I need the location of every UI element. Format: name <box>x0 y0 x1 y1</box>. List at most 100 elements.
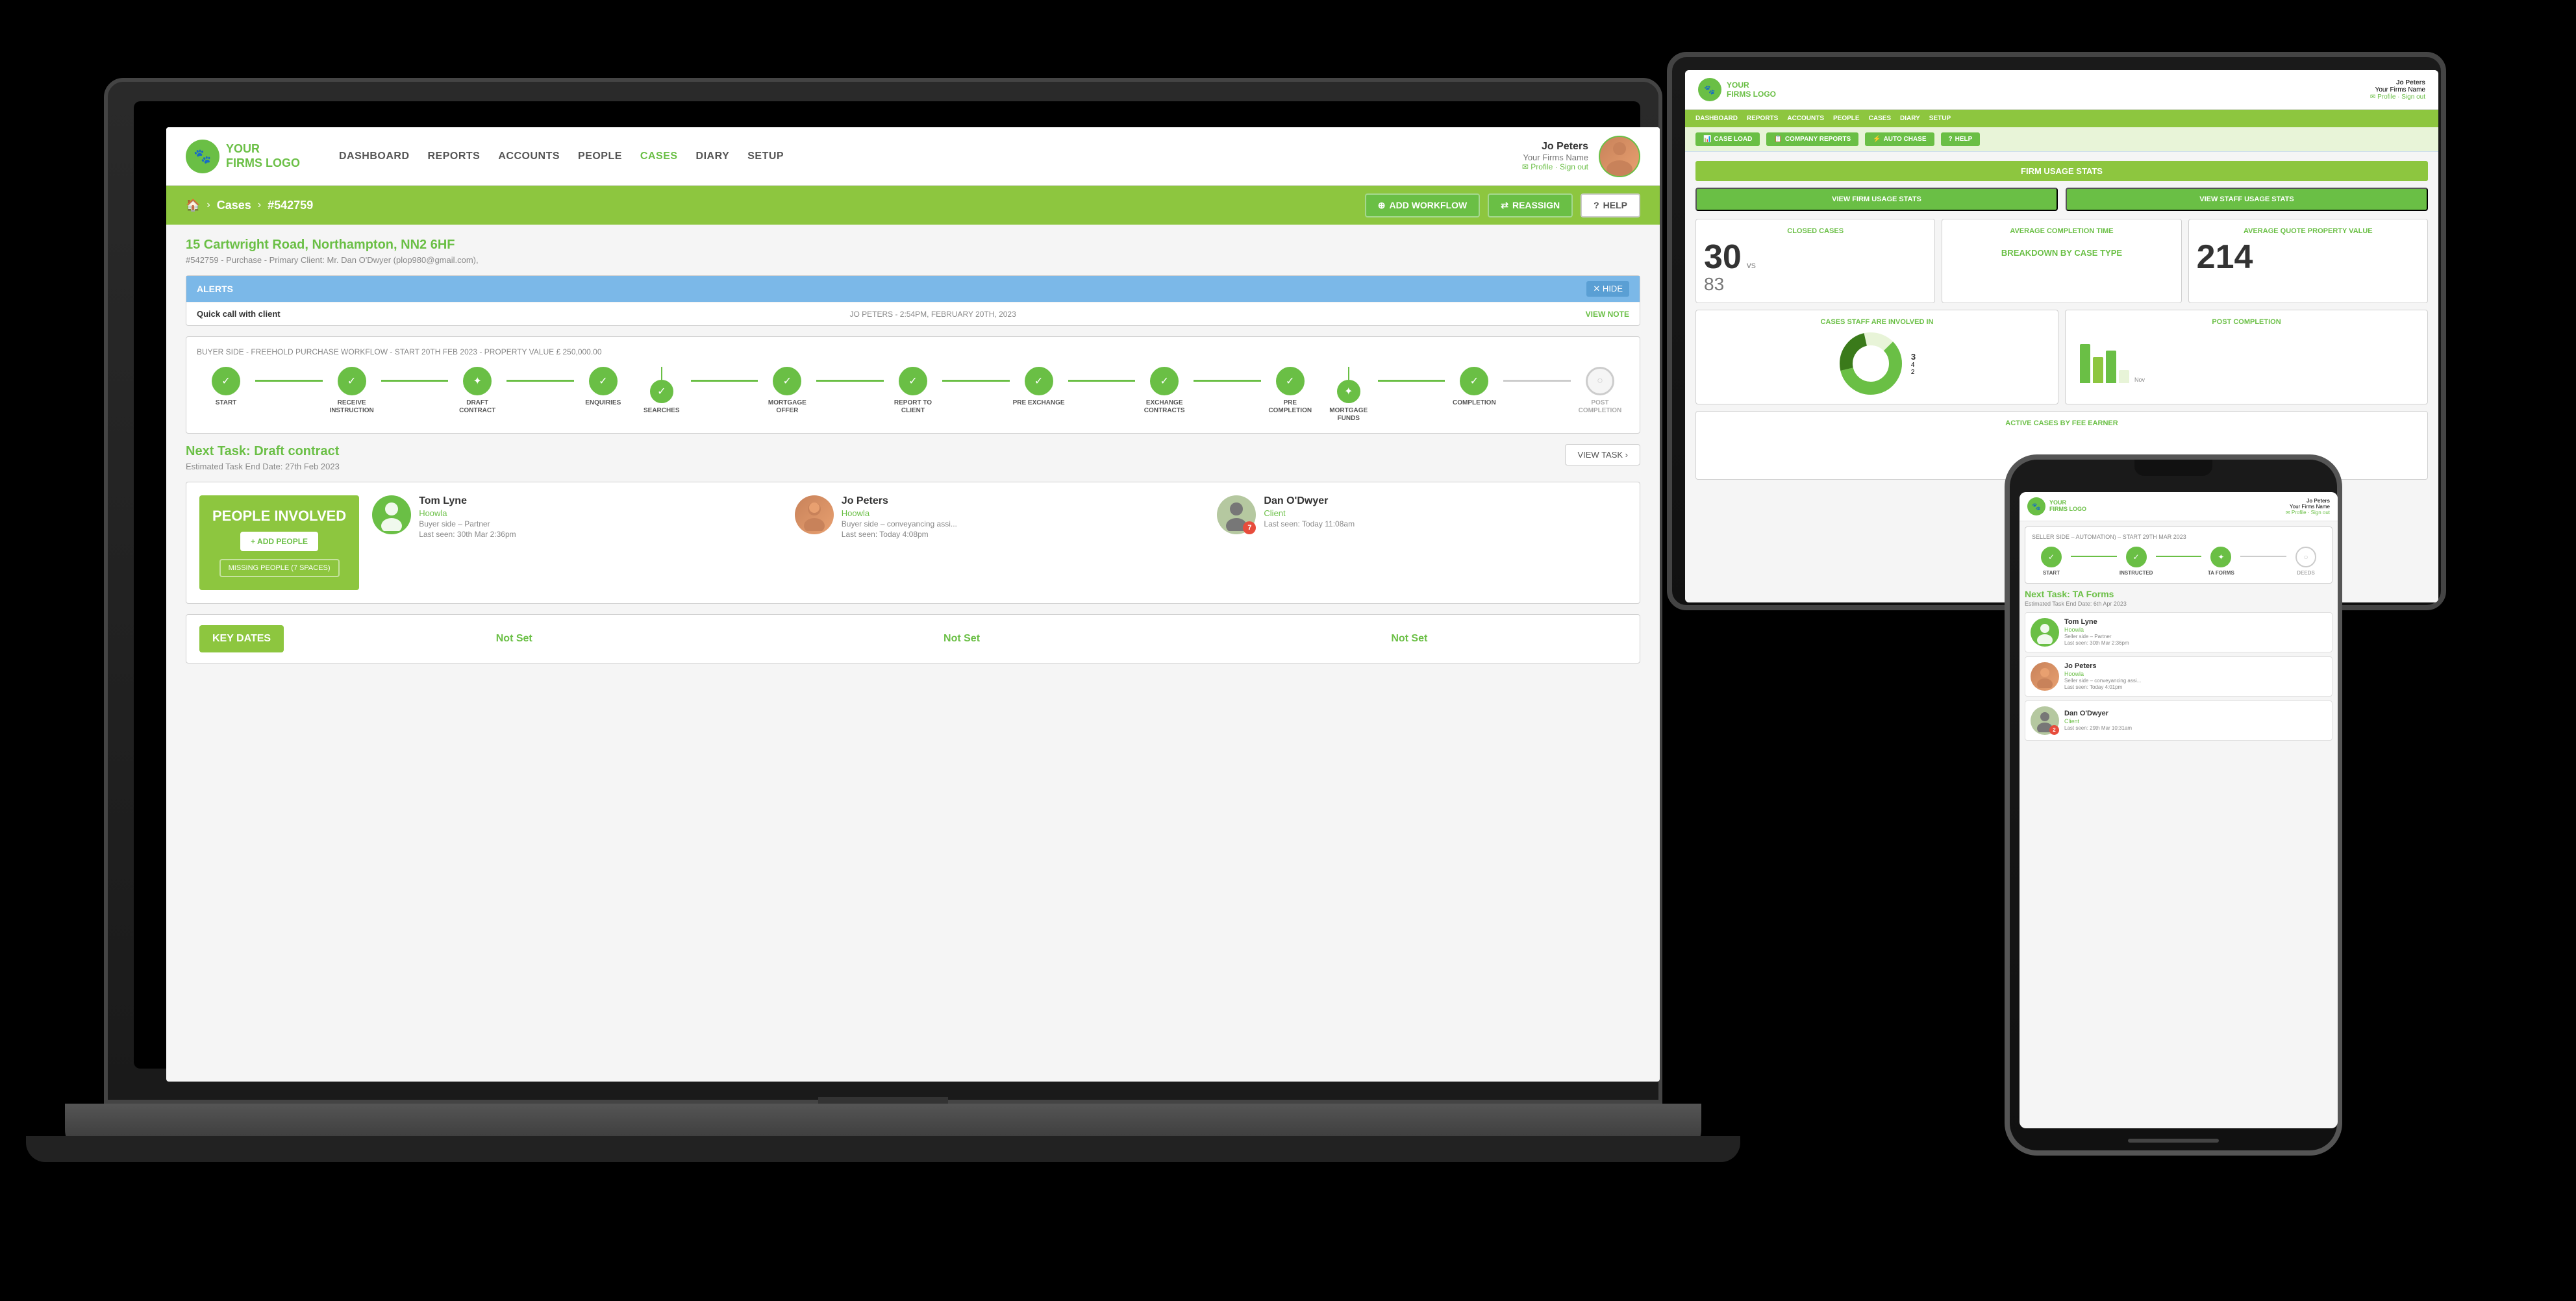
nav-reports[interactable]: REPORTS <box>428 151 481 162</box>
laptop-screen: 🐾 YOUR FIRMS LOGO DASHBOARD REPORTS ACCO… <box>166 127 1660 1082</box>
laptop-logo-icon: 🐾 <box>186 140 219 173</box>
laptop-bezel: 🐾 YOUR FIRMS LOGO DASHBOARD REPORTS ACCO… <box>134 101 1640 1069</box>
laptop-logo-text: YOUR FIRMS LOGO <box>226 142 300 170</box>
add-people-btn[interactable]: + ADD PEOPLE <box>240 532 318 551</box>
tablet-nav-cases[interactable]: CASES <box>1869 115 1891 122</box>
reassign-btn[interactable]: ⇄ REASSIGN <box>1488 193 1573 217</box>
nav-diary[interactable]: DIARY <box>696 151 730 162</box>
phone: 🐾 YOUR FIRMS LOGO Jo Peters Your Firms N… <box>2005 454 2342 1156</box>
hide-alerts-btn[interactable]: ✕ HIDE <box>1586 281 1629 297</box>
closed-cases-card: CLOSED CASES 30 vs 83 <box>1695 219 1935 303</box>
laptop-nav-links: DASHBOARD REPORTS ACCOUNTS PEOPLE CASES … <box>339 151 1522 162</box>
connector-3 <box>506 380 574 382</box>
step-postcompletion-circle: ○ <box>1586 367 1614 395</box>
tablet-user-info: Jo Peters Your Firms Name ✉ Profile · Si… <box>2370 79 2425 101</box>
view-firm-usage-btn[interactable]: VIEW FIRM USAGE STATS <box>1695 188 2058 211</box>
connector-10 <box>1503 380 1571 382</box>
connector-8 <box>1194 380 1261 382</box>
key-date-2: Not Set <box>744 633 1179 645</box>
phone-notch <box>2134 460 2212 476</box>
phone-step-taforms: ✦ TA FORMS <box>2201 547 2240 576</box>
people-involved-section: PEOPLE INVOLVED + ADD PEOPLE MISSING PEO… <box>186 482 1640 604</box>
tablet-nav-setup[interactable]: SETUP <box>1929 115 1951 122</box>
nav-dashboard[interactable]: DASHBOARD <box>339 151 410 162</box>
tablet-charts-row: CASES STAFF ARE INVOLVED IN 3 <box>1695 310 2428 411</box>
view-task-btn[interactable]: VIEW TASK › <box>1565 444 1640 465</box>
step-mortgagefunds: ✦ MORTGAGE FUNDS <box>1319 367 1378 423</box>
step-precompletion-circle: ✓ <box>1276 367 1305 395</box>
alerts-box: ALERTS ✕ HIDE Quick call with client JO … <box>186 275 1640 326</box>
tablet-logo-text: YOUR FIRMS LOGO <box>1727 81 1776 99</box>
connector-2 <box>381 380 449 382</box>
alert-row: Quick call with client JO PETERS - 2:54P… <box>186 302 1640 325</box>
bar-4 <box>2119 370 2129 383</box>
add-workflow-btn[interactable]: ⊕ ADD WORKFLOW <box>1365 193 1481 217</box>
step-start: ✓ START <box>197 367 255 407</box>
tablet-nav-dashboard[interactable]: DASHBOARD <box>1695 115 1738 122</box>
phone-info-jo: Jo Peters Hoowla Seller side – conveyanc… <box>2064 662 2141 690</box>
tablet-nav-accounts[interactable]: ACCOUNTS <box>1787 115 1824 122</box>
auto-chase-btn[interactable]: ⚡ AUTO CHASE <box>1865 132 1934 146</box>
phone-workflow-steps: ✓ START ✓ INSTRUCTED ✦ TA FORMS <box>2032 547 2325 576</box>
step-mortgage: ✓ MORTGAGE OFFER <box>758 367 816 415</box>
alerts-header: ALERTS ✕ HIDE <box>186 276 1640 302</box>
person-card-tom: Tom Lyne Hoowla Buyer side – Partner Las… <box>372 495 782 590</box>
phone-navbar: 🐾 YOUR FIRMS LOGO Jo Peters Your Firms N… <box>2020 492 2338 521</box>
tablet-metrics-row: CLOSED CASES 30 vs 83 AVERAGE COMPLETION… <box>1695 219 2428 310</box>
next-task-title: Next Task: Draft contract <box>186 444 340 459</box>
connector-5 <box>816 380 884 382</box>
case-load-icon: 📊 <box>1703 136 1711 143</box>
connector-9 <box>1378 380 1445 382</box>
phone-step-instructed: ✓ INSTRUCTED <box>2117 547 2156 576</box>
laptop-user-avatar <box>1599 136 1640 177</box>
nav-accounts[interactable]: ACCOUNTS <box>498 151 560 162</box>
help-btn[interactable]: ? HELP <box>1581 193 1640 217</box>
phone-step-deeds: ○ DEEDS <box>2286 547 2325 576</box>
tablet-nav-reports[interactable]: REPORTS <box>1747 115 1778 122</box>
tablet-nav: DASHBOARD REPORTS ACCOUNTS PEOPLE CASES … <box>1685 110 2438 127</box>
person-card-dan: 7 Dan O'Dwyer Client Last seen: Today 11… <box>1217 495 1627 590</box>
tablet-toolbar: 📊 CASE LOAD 📋 COMPANY REPORTS ⚡ AUTO CHA… <box>1685 127 2438 152</box>
laptop-user-links[interactable]: ✉ Profile · Sign out <box>1522 162 1588 171</box>
bar-1 <box>2080 344 2090 383</box>
step-completion: ✓ COMPLETION <box>1445 367 1503 407</box>
nav-setup[interactable]: SETUP <box>747 151 784 162</box>
view-note-link[interactable]: VIEW NOTE <box>1586 310 1629 319</box>
phone-avatar-tom <box>2031 618 2059 647</box>
next-task-section: Next Task: Draft contract Estimated Task… <box>186 444 1640 471</box>
key-dates-section: KEY DATES Not Set Not Set Not Set <box>186 614 1640 663</box>
breadcrumb-cases[interactable]: Cases <box>217 199 251 212</box>
laptop-logo: 🐾 YOUR FIRMS LOGO <box>186 140 300 173</box>
phone-avatar-dan: 2 <box>2031 706 2059 735</box>
phone-logo-icon: 🐾 <box>2027 497 2045 515</box>
missing-people-btn[interactable]: MISSING PEOPLE (7 SPACES) <box>219 559 340 577</box>
phone-info-dan: Dan O'Dwyer Client Last seen: 29th Mar 1… <box>2064 710 2132 731</box>
step-preexchange: ✓ PRE EXCHANGE <box>1010 367 1068 407</box>
step-mortgage-circle: ✓ <box>773 367 801 395</box>
home-icon[interactable]: 🏠 <box>186 199 200 212</box>
tablet-nav-people[interactable]: PEOPLE <box>1833 115 1860 122</box>
breakdown-by-case-type: BREAKDOWN BY CASE TYPE <box>1950 248 2173 258</box>
tablet-nav-diary[interactable]: DIARY <box>1900 115 1920 122</box>
case-load-btn[interactable]: 📊 CASE LOAD <box>1695 132 1760 146</box>
case-ref: #542759 - Purchase - Primary Client: Mr.… <box>186 255 1640 265</box>
laptop-breadcrumb: 🏠 › Cases › #542759 ⊕ ADD WORKFLOW ⇄ <box>166 186 1660 225</box>
phone-person-dan: 2 Dan O'Dwyer Client Last seen: 29th Mar… <box>2025 700 2332 741</box>
tablet-help-icon: ? <box>1949 136 1953 143</box>
workflow-box: BUYER SIDE - FREEHOLD PURCHASE WORKFLOW … <box>186 336 1640 434</box>
phone-next-task: Next Task: TA Forms Estimated Task End D… <box>2025 589 2332 607</box>
phone-person-jo: Jo Peters Hoowla Seller side – conveyanc… <box>2025 656 2332 697</box>
people-sidebar: PEOPLE INVOLVED + ADD PEOPLE MISSING PEO… <box>199 495 359 590</box>
phone-body: 🐾 YOUR FIRMS LOGO Jo Peters Your Firms N… <box>2005 454 2342 1156</box>
company-reports-btn[interactable]: 📋 COMPANY REPORTS <box>1766 132 1858 146</box>
nav-cases[interactable]: CASES <box>640 151 678 162</box>
firm-usage-stats-title: FIRM USAGE STATS <box>1695 161 2428 181</box>
view-staff-usage-btn[interactable]: VIEW STAFF USAGE STATS <box>2066 188 2428 211</box>
step-report-circle: ✓ <box>899 367 927 395</box>
person-dan-badge: 7 <box>1243 521 1256 534</box>
tablet-help-btn[interactable]: ? HELP <box>1941 132 1981 146</box>
phone-people-section: Tom Lyne Hoowla Seller side – Partner La… <box>2025 612 2332 741</box>
nav-people[interactable]: PEOPLE <box>578 151 622 162</box>
property-address: 15 Cartwright Road, Northampton, NN2 6HF <box>186 238 1640 253</box>
person-avatar-jo <box>795 495 834 534</box>
